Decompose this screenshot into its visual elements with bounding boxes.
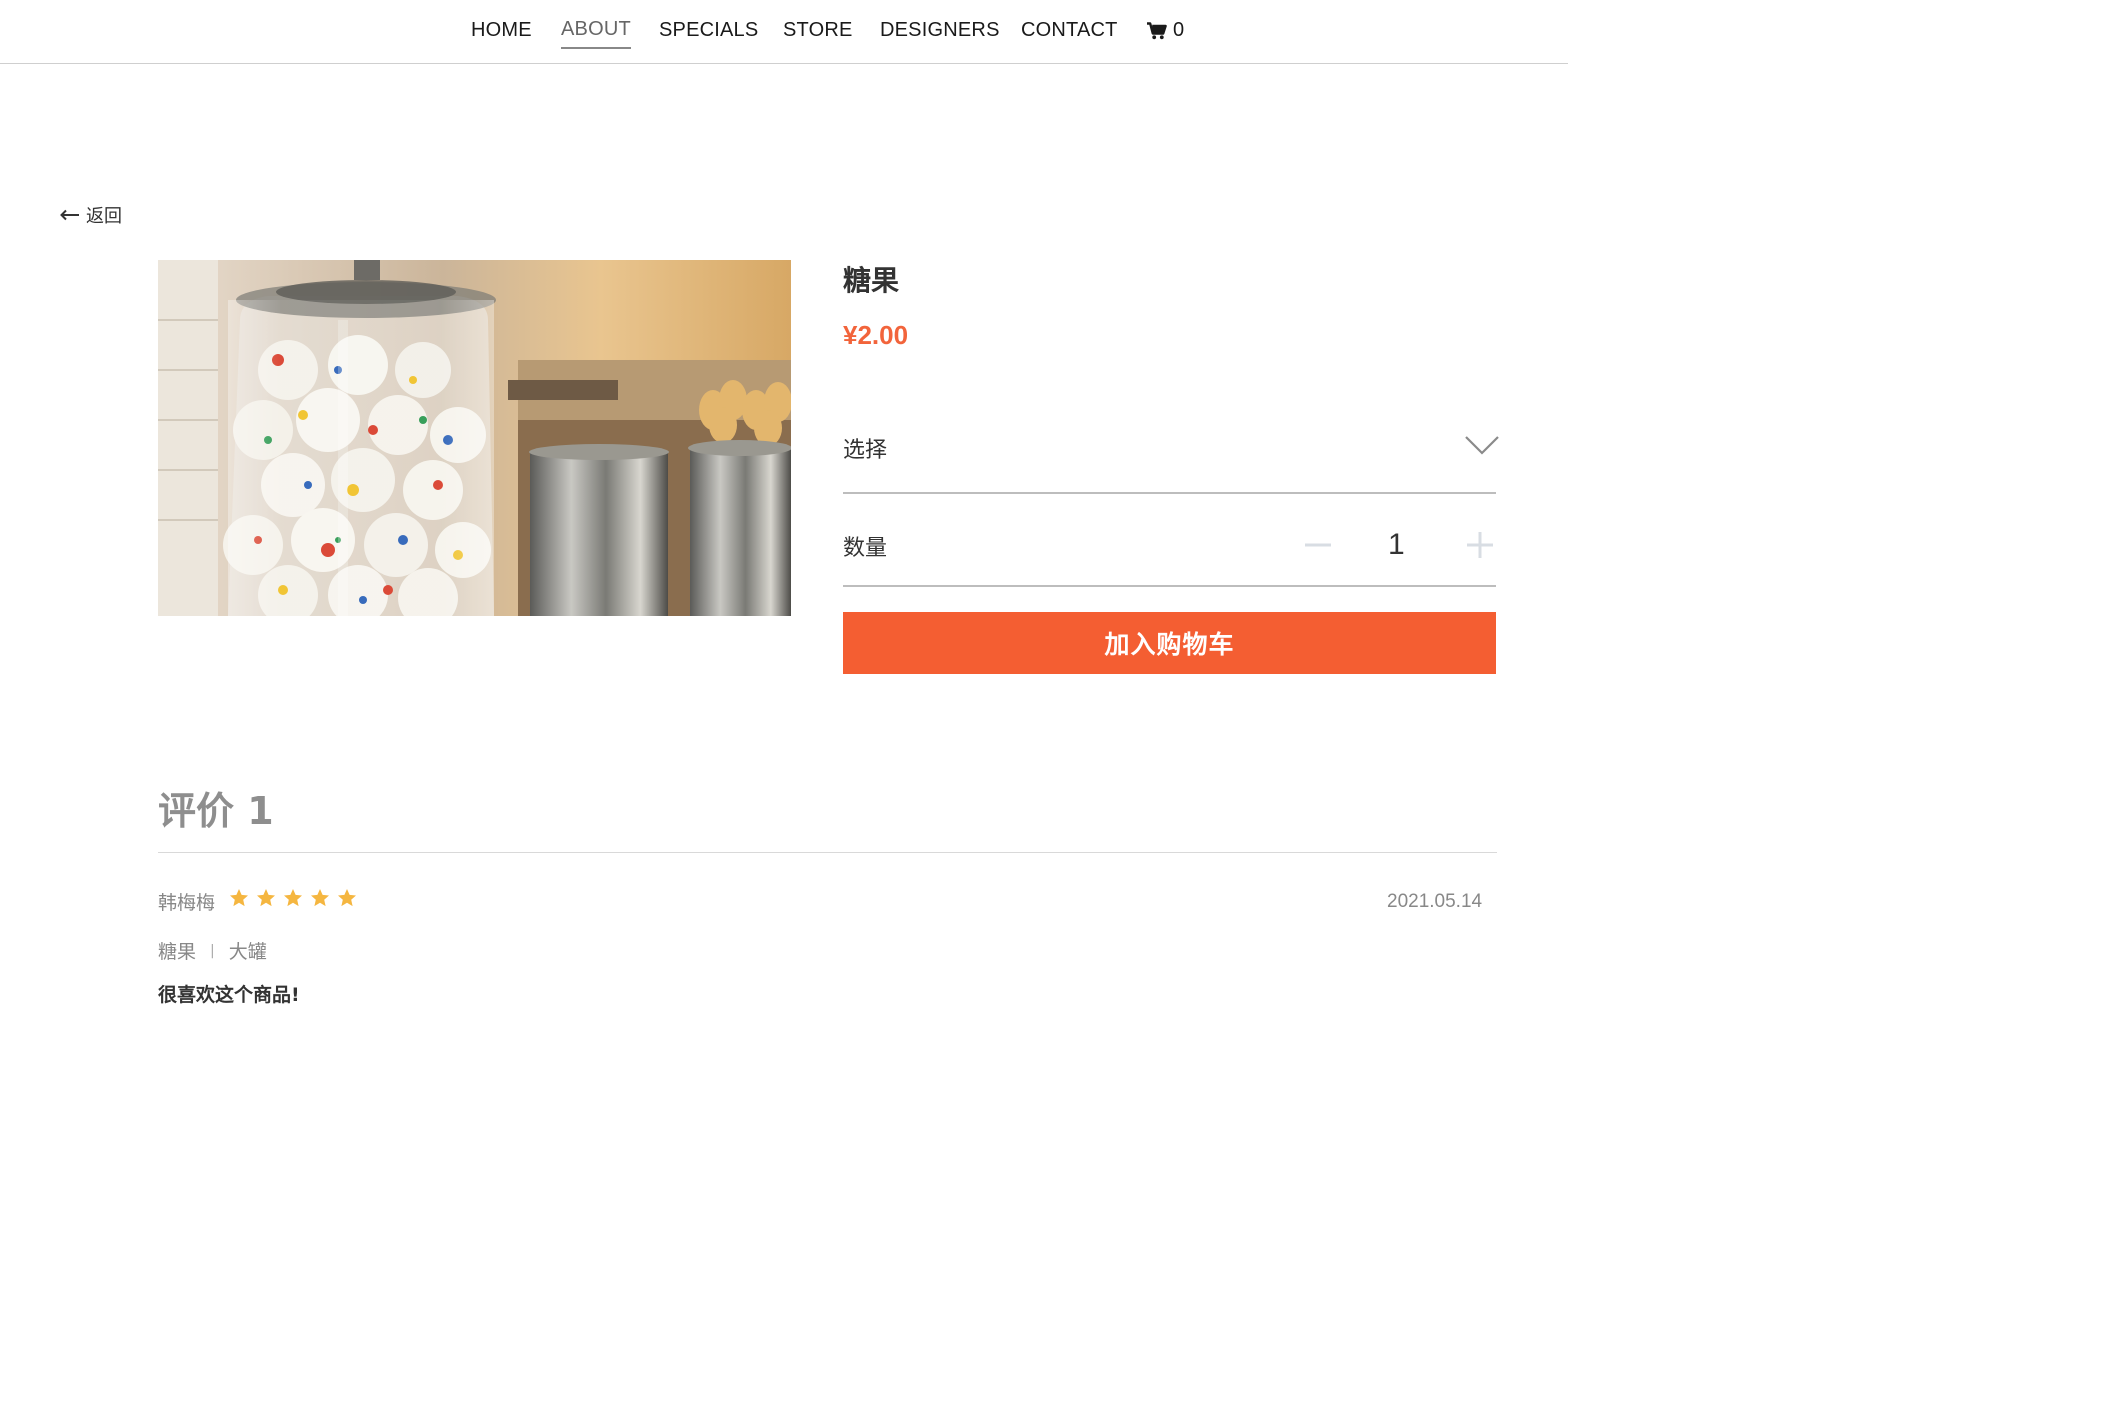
quantity-stepper: 数量 1 <box>843 500 1496 587</box>
review-product-meta: 糖果 | 大罐 <box>158 937 267 964</box>
review-rating <box>229 888 357 908</box>
shopping-cart-icon <box>1147 21 1167 39</box>
review-date: 2021.05.14 <box>1387 891 1483 912</box>
star-icon <box>311 889 329 907</box>
nav-item-about[interactable]: ABOUT <box>561 18 631 49</box>
product-image <box>158 260 791 616</box>
star-icon <box>230 889 248 907</box>
option-select[interactable]: 选择 <box>843 400 1499 494</box>
reviewer-name: 韩梅梅 <box>158 892 216 914</box>
top-navigation: HOME ABOUT SPECIALS STORE DESIGNERS CONT… <box>0 0 1568 64</box>
arrow-left-icon <box>60 209 79 221</box>
cart-button[interactable]: 0 <box>1147 19 1184 42</box>
review-text: 很喜欢这个商品! <box>158 984 300 1006</box>
back-link[interactable]: 返回 <box>60 202 122 228</box>
plus-icon[interactable] <box>1465 528 1495 558</box>
review-product-variant: 大罐 <box>228 941 267 963</box>
nav-item-specials[interactable]: SPECIALS <box>659 19 758 42</box>
nav-item-contact[interactable]: CONTACT <box>1021 19 1118 42</box>
product-title: 糖果 <box>843 264 900 297</box>
star-icon <box>257 889 275 907</box>
review-product-name: 糖果 <box>158 941 197 963</box>
star-icon <box>284 889 302 907</box>
nav-item-designers[interactable]: DESIGNERS <box>880 19 1000 42</box>
candy-jar-photo <box>158 260 791 616</box>
nav-item-store[interactable]: STORE <box>783 19 853 42</box>
chevron-down-icon <box>1465 436 1499 455</box>
reviews-divider <box>158 852 1497 853</box>
minus-icon[interactable] <box>1303 528 1333 558</box>
add-to-cart-button[interactable]: 加入购物车 <box>843 612 1496 674</box>
option-label: 选择 <box>843 438 888 463</box>
reviews-title: 评价 1 <box>158 789 274 833</box>
quantity-label: 数量 <box>843 536 888 561</box>
back-label: 返回 <box>86 206 122 227</box>
review-meta-separator: | <box>210 942 215 959</box>
cart-count: 0 <box>1173 19 1185 41</box>
product-price: ¥2.00 <box>843 320 909 350</box>
star-icon <box>338 889 356 907</box>
nav-item-home[interactable]: HOME <box>471 19 532 42</box>
quantity-value[interactable]: 1 <box>1388 528 1405 562</box>
